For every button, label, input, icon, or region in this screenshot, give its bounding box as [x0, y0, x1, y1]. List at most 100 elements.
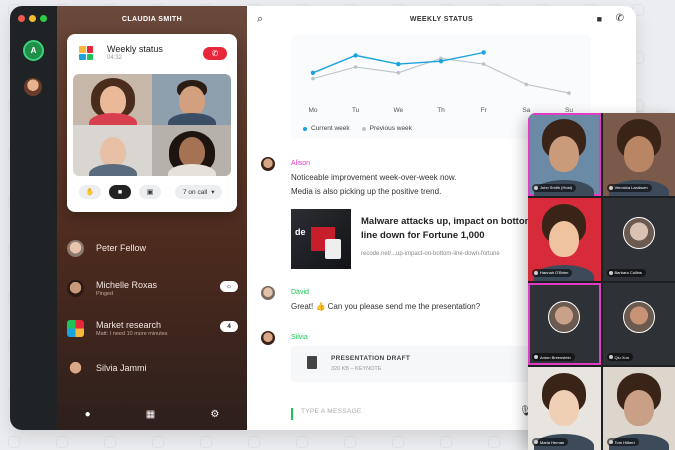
participant-tile[interactable]: Veronica Landsom	[602, 113, 675, 196]
contact-status: Pinged	[96, 290, 114, 297]
panel-title: CLAUDIA SMITH	[121, 16, 183, 23]
participant-name: Hannah O'Brien	[532, 268, 573, 277]
call-video-grid	[73, 74, 231, 176]
unread-badge: 4	[220, 321, 238, 332]
avatar	[261, 331, 275, 345]
participant-name: Barbara Collins	[606, 268, 646, 277]
gear-icon[interactable]: ⚙	[210, 409, 219, 420]
data-point	[524, 82, 529, 87]
participant-tile[interactable]: Hannah O'Brien	[528, 197, 601, 281]
grid-icon[interactable]: ▦	[146, 409, 155, 420]
video-call-icon[interactable]: ■	[597, 14, 602, 24]
data-point	[353, 53, 358, 58]
x-tick-label: We	[394, 107, 404, 114]
participant-tile[interactable]: Maria Hernan	[528, 367, 601, 450]
person-icon[interactable]: ●	[85, 409, 91, 420]
data-point	[481, 50, 486, 55]
last-message: Matt: I need 10 more minutes	[96, 330, 168, 337]
group-icon	[67, 319, 84, 337]
video-tile	[152, 74, 231, 125]
close-window-button[interactable]	[18, 15, 25, 22]
message-text: Noticeable improvement week-over-week no…	[291, 173, 457, 182]
data-point	[438, 59, 444, 64]
contact-name: Silvia Jammi	[96, 363, 147, 373]
data-point	[310, 70, 316, 75]
page-title: WEEKLY STATUS	[409, 16, 474, 23]
contact-name: Peter Fellow	[96, 243, 147, 253]
hangup-button[interactable]: ✆	[203, 47, 227, 60]
call-card[interactable]: Weekly status 04:32 ✆ ✋ ■ ▣ 7 on call ▾	[67, 34, 237, 212]
message-text: Great! 👍 Can you please send me the pres…	[291, 302, 481, 311]
avatar	[622, 216, 655, 249]
avatar	[67, 279, 84, 297]
video-icon: ■	[117, 188, 123, 196]
participant-tile[interactable]: Tom Hilbert	[602, 367, 675, 450]
phone-icon[interactable]: ✆	[616, 13, 624, 24]
message-text: Media is also picking up the positive tr…	[291, 187, 442, 196]
hand-icon: ✋	[85, 189, 95, 196]
participant-name: Veronica Landsom	[606, 183, 652, 192]
minimize-window-button[interactable]	[29, 15, 36, 22]
participant-tile[interactable]: Barbara Collins	[602, 197, 675, 281]
file-attachment[interactable]: PRESENTATION DRAFT 320 KB – KEYNOTE	[291, 346, 531, 382]
contact-item[interactable]: Market research Matt: I need 10 more min…	[67, 308, 242, 348]
call-controls: ✋ ■ ▣ 7 on call ▾	[79, 185, 223, 199]
contact-item[interactable]: Michelle Roxas Pinged ☼	[67, 268, 242, 308]
participant-tile[interactable]: John Smith (Host)	[528, 113, 601, 196]
avatar	[67, 239, 84, 257]
avatar[interactable]	[24, 78, 42, 96]
message-author: David	[291, 289, 309, 296]
x-tick-label: Mo	[308, 107, 317, 114]
legend-previous: Previous week	[361, 125, 412, 132]
contact-list: Peter Fellow Michelle Roxas Pinged ☼ Mar…	[67, 228, 242, 388]
main-header: ⌕ WEEKLY STATUS ■ ✆	[247, 6, 636, 34]
legend-current: Current week	[303, 125, 350, 132]
legend-swatch	[361, 126, 366, 131]
panel-toolbar: ● ▦ ⚙	[57, 409, 247, 420]
raise-hand-button[interactable]: ✋	[79, 185, 101, 199]
on-call-label: 7 on call	[183, 188, 208, 196]
link-thumbnail: de	[291, 209, 351, 269]
contact-item[interactable]: Peter Fellow	[67, 228, 242, 268]
file-name: PRESENTATION DRAFT	[331, 355, 411, 362]
on-call-dropdown[interactable]: 7 on call ▾	[175, 185, 223, 199]
avatar	[261, 286, 275, 300]
chevron-down-icon: ▾	[211, 189, 215, 196]
series-line	[312, 57, 570, 94]
contact-name: Michelle Roxas	[96, 279, 158, 290]
link-url: recode.net/...up-impact-on-bottom-line-d…	[361, 251, 500, 257]
data-point	[311, 76, 315, 81]
line-chart: Mo Tu We Th Fr Sa Su	[308, 50, 573, 114]
screen-share-icon: ▣	[146, 189, 154, 196]
message-author: Alison	[291, 160, 311, 167]
maximize-window-button[interactable]	[40, 15, 47, 22]
avatar	[622, 301, 655, 334]
screen-share-button[interactable]: ▣	[139, 185, 161, 199]
data-point	[481, 62, 486, 66]
legend-swatch	[303, 126, 307, 131]
x-tick-label: Th	[437, 107, 445, 114]
legend-label: Current week	[311, 125, 350, 132]
x-tick-label: Tu	[352, 107, 360, 114]
workspace-badge[interactable]: A	[23, 40, 44, 61]
participants-grid: John Smith (Host) Veronica Landsom Hannah …	[528, 113, 675, 450]
chart-legend: Current week Previous week	[303, 125, 412, 132]
call-duration: 04:32	[107, 55, 123, 61]
video-tile	[73, 125, 152, 176]
window-controls	[18, 15, 47, 22]
data-point	[567, 91, 571, 95]
participant-tile[interactable]: Anton Breenstein	[528, 282, 601, 366]
avatar	[261, 157, 275, 171]
data-point	[396, 71, 401, 75]
contact-item[interactable]: Silvia Jammi	[67, 348, 242, 388]
workspace-rail: A	[10, 6, 57, 430]
link-title: Malware attacks up, impact on bottom lin…	[361, 216, 534, 241]
video-toggle-button[interactable]: ■	[109, 185, 131, 199]
participant-tile[interactable]: Qiu Xun	[602, 282, 675, 366]
data-point	[353, 65, 358, 69]
legend-label: Previous week	[369, 125, 412, 132]
participant-name: Tom Hilbert	[606, 438, 639, 446]
participant-name: Anton Breenstein	[532, 353, 575, 362]
call-title: Weekly status	[107, 44, 163, 54]
message-input[interactable]: TYPE A MESSAGE	[291, 408, 521, 420]
